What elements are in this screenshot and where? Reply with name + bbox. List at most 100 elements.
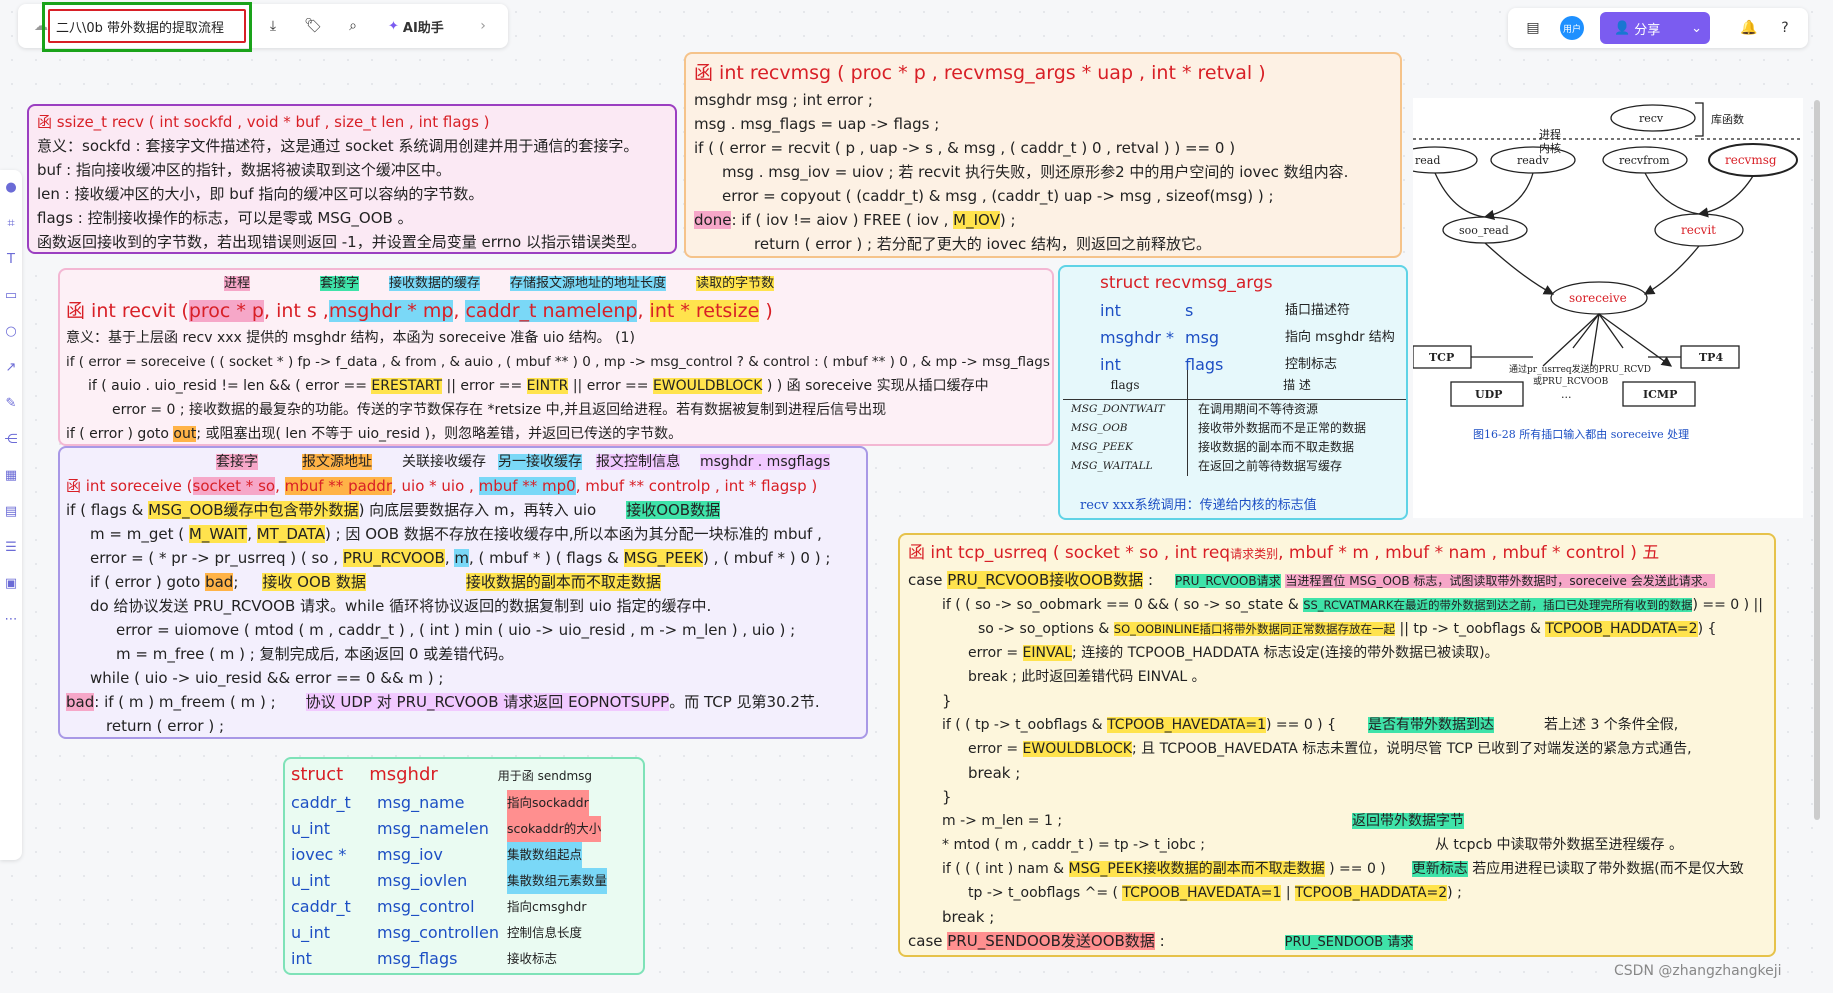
recvit-line: if ( error = soreceive ( ( socket * ) fp… — [66, 354, 1054, 370]
flags-table-row: MSG_WAITALL 在返回之前等待数据写缓存 — [1063, 457, 1406, 476]
recvit-param-notes: 进程 套接字 接收数据的缓存 存储报文源地址的地址长度 读取的字节数 — [224, 276, 775, 291]
recvit-line: 意义：基于上层函 recv xxx 提供的 msghdr 结构，本函为 sore… — [66, 330, 635, 346]
recvit-card[interactable]: 进程 套接字 接收数据的缓存 存储报文源地址的地址长度 读取的字节数 函 int rec… — [58, 268, 1054, 446]
doc-title: 二八\0b 带外数据的提取流程 — [56, 20, 225, 36]
field-type: caddr_t — [291, 793, 351, 812]
tcp-usrreq-signature: 函 int tcp_usrreq ( socket * so , int req… — [908, 543, 1660, 563]
doc-title-field[interactable]: 二八\0b 带外数据的提取流程 — [48, 9, 246, 43]
frame-tool-icon[interactable]: ⌗ — [3, 216, 19, 242]
recvit-line: if ( error ) goto out; 或阻塞出现( len 不等于 ui… — [66, 426, 683, 442]
left-tool-panel: ● ⌗ T ▭ ○ ↗ ✎ ⋲ ▦ ▤ ☰ ▣ ⋯ — [0, 170, 22, 860]
recvmsg-line: done: if ( iov != aiov ) FREE ( iov , M_… — [694, 211, 1016, 229]
soreceive-param-notes: 套接字 报文源地址 关联接收缓存 另一接收缓存 报文控制信息 msghdr . msgfl… — [216, 454, 831, 470]
soreceive-line: while ( uio -> uio_resid && error == 0 &… — [90, 669, 444, 687]
soreceive-signature: 函 int soreceive (socket * so, mbuf ** pa… — [66, 477, 818, 495]
tcp-line: tp -> t_oobflags ^= ( TCPOOB_HAVEDATA=1 … — [968, 885, 1462, 901]
flag-desc: 接收数据的副本而不取走数据 — [1198, 440, 1355, 454]
bell-icon[interactable]: 🔔 — [1734, 13, 1764, 43]
recvmsg-args-title: struct recvmsg_args — [1100, 273, 1273, 293]
shape-tool-icon[interactable]: ● — [3, 180, 19, 206]
field-type: msghdr * — [1100, 328, 1175, 347]
right-scrollbar[interactable] — [1814, 100, 1820, 820]
search-icon[interactable]: ⌕ — [338, 11, 368, 41]
recv-line: 函数返回接收到的字节数，若出现错误则返回 -1，并设置全局变量 errno 以指… — [37, 233, 646, 251]
diagram-node: UDP — [1475, 388, 1502, 401]
tcp-line: case PRU_RCVOOB接收OOB数据 : PRU_RCVOOB请求 当进程… — [908, 571, 1715, 589]
msghdr-title: struct msghdr 用于函 sendmsg — [291, 764, 593, 785]
diagram-label: 进程 — [1539, 128, 1561, 141]
soreceive-line: if ( error ) goto bad; 接收 OOB 数据 接收数据的副本而不… — [90, 573, 661, 591]
tag-icon[interactable]: 🏷 — [298, 11, 328, 41]
flags-table-row: MSG_PEEK 接收数据的副本而不取走数据 — [1063, 438, 1406, 457]
template-tool-icon[interactable]: ▣ — [3, 576, 19, 602]
connector-tool-icon[interactable]: ↗ — [3, 360, 19, 386]
diagram-label: 库函数 — [1711, 113, 1744, 126]
list-tool-icon[interactable]: ☰ — [3, 540, 19, 566]
watermark: CSDN @zhangzhangkeji — [1614, 963, 1782, 979]
diagram-note: 或PRU_RCVOOB — [1533, 375, 1609, 387]
field-name: msg_namelen — [377, 819, 489, 838]
sticky-tool-icon[interactable]: ▭ — [3, 288, 19, 314]
recv-line: buf : 指向接收缓冲区的指针，数据将被读取到这个缓冲区中。 — [37, 161, 451, 179]
field-name: s — [1185, 301, 1194, 320]
whiteboard-canvas[interactable]: ☁ 二八\0b 带外数据的提取流程 ⤓ 🏷 ⌕ ✦ AI助手 › ▤ 用户 👤 分享… — [0, 0, 1833, 993]
recvmsg-line: return ( error ) ; 若分配了更大的 iovec 结构，则返回之… — [754, 235, 1212, 253]
field-desc: 指向 msghdr 结构 — [1285, 330, 1395, 345]
tcp-usrreq-card[interactable]: 函 int tcp_usrreq ( socket * so , int req… — [898, 533, 1776, 957]
mindmap-tool-icon[interactable]: ⋲ — [3, 432, 19, 458]
share-button[interactable]: 👤 分享 ⌄ — [1600, 12, 1710, 44]
pen-tool-icon[interactable]: ✎ — [3, 396, 19, 422]
field-desc: 接收标志 — [507, 951, 558, 966]
diagram-node: recvmsg — [1725, 153, 1777, 167]
recvit-line: if ( auio . uio_resid != len && ( error … — [88, 378, 989, 394]
flag-name: MSG_OOB — [1063, 419, 1188, 438]
field-desc: 集散数组元素数量 — [507, 868, 608, 894]
chevron-down-icon[interactable]: ⌄ — [1691, 21, 1702, 36]
msghdr-card[interactable]: struct msghdr 用于函 sendmsg caddr_t msg_name 指… — [283, 757, 645, 975]
tcp-line: break ; — [942, 908, 995, 926]
diagram-node: soo_read — [1459, 224, 1509, 237]
field-type: int — [1100, 301, 1121, 320]
msghdr-field: u_int msg_controllen 控制信息长度 — [291, 920, 637, 946]
calendar-icon[interactable]: ▤ — [1518, 13, 1548, 43]
soreceive-line: bad: if ( m ) m_freem ( m ) ; 协议 UDP 对 PR… — [66, 693, 820, 711]
tcp-line: } — [942, 692, 952, 710]
soreceive-line: if ( flags & MSG_OOB缓存中包含带外数据) 向底层要数据存入 … — [66, 501, 721, 519]
soreceive-line: error = ( * pr -> pr_usrreq ) ( so , PRU… — [90, 549, 831, 567]
msghdr-fields: caddr_t msg_name 指向sockaddr u_int msg_namele… — [291, 790, 637, 972]
msghdr-field: iovec * msg_iov 集散数组起点 — [291, 842, 637, 868]
recvmsg-card[interactable]: 函 int recvmsg ( proc * p , recvmsg_args … — [684, 52, 1402, 258]
recvmsg-line: msg . msg_iov = uiov ; 若 recvit 执行失败，则还原… — [722, 163, 1349, 181]
avatar[interactable]: 用户 — [1560, 16, 1584, 40]
flags-table-caption: recv xxx系统调用：传递给内核的标志值 — [1080, 498, 1317, 513]
flag-name: MSG_DONTWAIT — [1063, 400, 1188, 419]
tcp-line: if ( ( ( int ) nam & MSG_PEEK接收数据的副本而不取走… — [942, 861, 1744, 877]
ai-assistant-button[interactable]: ✦ AI助手 — [388, 11, 444, 41]
field-desc: 控制信息长度 — [507, 925, 583, 940]
recv-card[interactable]: 函 ssize_t recv ( int sockfd , void * buf… — [27, 104, 677, 254]
more-tool-icon[interactable]: ⋯ — [3, 612, 19, 638]
doc-tool-icon[interactable]: ▤ — [3, 504, 19, 530]
field-type: int — [291, 949, 312, 968]
field-desc: 指向sockaddr — [507, 790, 589, 816]
diagram-node: readv — [1517, 154, 1549, 167]
soreceive-card[interactable]: 套接字 报文源地址 关联接收缓存 另一接收缓存 报文控制信息 msghdr . msgfl… — [58, 446, 868, 739]
shape-circle-icon[interactable]: ○ — [3, 324, 19, 350]
diagram-node: recv — [1639, 112, 1664, 125]
done-label: done — [694, 211, 732, 229]
help-icon[interactable]: ? — [1770, 13, 1800, 43]
diagram-node: recvfrom — [1619, 154, 1670, 167]
text-tool-icon[interactable]: T — [3, 252, 19, 278]
recv-line: 意义：sockfd : 套接字文件描述符，这是通过 socket 系统调用创建并… — [37, 137, 639, 155]
field-name: msg_iov — [377, 845, 443, 864]
msghdr-field: u_int msg_iovlen 集散数组元素数量 — [291, 868, 637, 894]
download-icon[interactable]: ⤓ — [258, 11, 288, 41]
field-desc: 集散数组起点 — [507, 842, 583, 868]
chevron-right-icon[interactable]: › — [468, 11, 498, 41]
recvmsg-args-field: msghdr * msg 指向 msghdr 结构 — [1100, 324, 1400, 351]
soreceive-line: do 给协议发送 PRU_RCVOOB 请求。while 循环将协议返回的数据复… — [90, 597, 712, 615]
table-tool-icon[interactable]: ▦ — [3, 468, 19, 494]
top-right-toolbar: ▤ 用户 👤 分享 ⌄ 🔔 ? — [1508, 8, 1808, 48]
flags-table: flags 描 述 MSG_DONTWAIT 在调用期间不等待资源 MSG_OOB 接… — [1063, 369, 1406, 476]
recv-signature: 函 ssize_t recv ( int sockfd , void * buf… — [37, 113, 490, 131]
